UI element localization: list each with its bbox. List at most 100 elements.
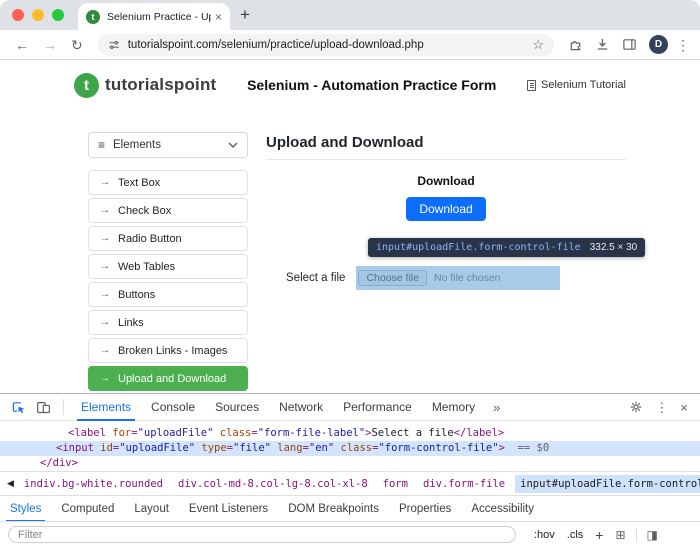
breadcrumb-item[interactable]: div.form-file: [418, 475, 510, 493]
sidebar-items: →Text Box →Check Box →Radio Button →Web …: [88, 170, 248, 391]
toolbar-divider: [63, 399, 64, 415]
web-page: t tutorialspoint Selenium - Automation P…: [0, 60, 700, 393]
sidebar-item-label: Radio Button: [118, 233, 182, 245]
sidebar-item-radio-button[interactable]: →Radio Button: [88, 226, 248, 251]
arrow-icon: →: [100, 317, 110, 328]
tools-divider: [636, 528, 637, 542]
sidebar-item-links[interactable]: →Links: [88, 310, 248, 335]
styles-filter-input[interactable]: [8, 526, 516, 543]
sidebar-item-text-box[interactable]: → Text Box: [88, 170, 248, 195]
browser-window: t Selenium Practice - Upload a × + ← → ↻…: [0, 0, 700, 555]
minimize-window-button[interactable]: [32, 9, 44, 21]
sidebar-header[interactable]: ≡ Elements: [88, 132, 248, 158]
logo-icon: t: [74, 73, 99, 98]
side-panel-icon[interactable]: [622, 37, 637, 52]
styles-filter-tools: :hov .cls + ⊞ ◨: [528, 527, 664, 543]
file-upload-row: Select a file Choose file No file chosen: [266, 269, 626, 287]
back-button[interactable]: ←: [15, 38, 29, 52]
forward-button[interactable]: →: [43, 38, 57, 52]
site-info-icon[interactable]: [108, 39, 120, 51]
file-input[interactable]: Choose file No file chosen: [358, 269, 558, 287]
sidebar-item-label: Buttons: [118, 289, 155, 301]
extensions-icon[interactable]: [568, 37, 583, 52]
breadcrumb-item[interactable]: div.col-md-8.col-lg-8.col-xl-8: [173, 475, 373, 493]
styles-tab-styles[interactable]: Styles: [0, 496, 51, 522]
zoom-window-button[interactable]: [52, 9, 64, 21]
browser-tab[interactable]: t Selenium Practice - Upload a ×: [78, 3, 230, 30]
devtools-panel: Elements Console Sources Network Perform…: [0, 393, 700, 555]
address-bar[interactable]: tutorialspoint.com/selenium/practice/upl…: [98, 34, 554, 56]
breadcrumb-item[interactable]: indiv.bg-white.rounded: [19, 475, 168, 493]
browser-menu-icon[interactable]: ⋮: [676, 38, 690, 52]
devtools-close-icon[interactable]: ×: [680, 401, 688, 414]
devtools-menu-icon[interactable]: ⋮: [655, 401, 668, 414]
document-icon: [527, 80, 536, 91]
devtools-toolbar-actions: ⋮ ×: [623, 400, 694, 414]
bookmark-star-icon[interactable]: ☆: [532, 37, 544, 53]
devtools-tab-console[interactable]: Console: [141, 394, 205, 421]
sidebar-item-upload-download[interactable]: →Upload and Download: [88, 366, 248, 391]
tab-favicon-icon: t: [86, 10, 100, 24]
more-tabs-icon[interactable]: »: [485, 400, 508, 415]
device-toolbar-icon[interactable]: [36, 400, 51, 415]
close-window-button[interactable]: [12, 9, 24, 21]
download-heading: Download: [266, 174, 626, 188]
styles-tab-event-listeners[interactable]: Event Listeners: [179, 496, 278, 522]
section-heading: Upload and Download: [266, 134, 626, 151]
toggle-element-classes-button[interactable]: .cls: [567, 529, 584, 541]
sidebar-item-label: Web Tables: [118, 261, 175, 273]
new-tab-button[interactable]: +: [240, 5, 250, 25]
dom-tree-line-selected[interactable]: <input id="uploadFile" type="file" lang=…: [0, 441, 700, 456]
dom-tree-line[interactable]: <label for="uploadFile" class="form-file…: [0, 426, 700, 441]
download-button[interactable]: Download: [406, 197, 485, 221]
devtools-tab-network[interactable]: Network: [269, 394, 333, 421]
arrow-icon: →: [100, 289, 110, 300]
arrow-icon: →: [100, 177, 110, 188]
sidebar-item-web-tables[interactable]: →Web Tables: [88, 254, 248, 279]
sidebar-item-label: Check Box: [118, 205, 171, 217]
breadcrumb-item-selected[interactable]: input#uploadFile.form-control-file: [515, 475, 700, 493]
styles-tab-dom-breakpoints[interactable]: DOM Breakpoints: [278, 496, 389, 522]
inspect-highlight-overlay: [356, 266, 560, 290]
styles-tab-layout[interactable]: Layout: [124, 496, 179, 522]
sidebar-item-label: Upload and Download: [118, 373, 226, 385]
toggle-pseudo-classes-button[interactable]: :hov: [534, 529, 555, 541]
tooltip-dimensions: 332.5 × 30: [590, 242, 638, 253]
url-text[interactable]: tutorialspoint.com/selenium/practice/upl…: [128, 39, 525, 51]
styles-tab-computed[interactable]: Computed: [51, 496, 124, 522]
inspect-element-icon[interactable]: [11, 400, 26, 415]
styles-tab-properties[interactable]: Properties: [389, 496, 461, 522]
sidebar-item-label: Text Box: [118, 177, 160, 189]
styles-pane-tabs: Styles Computed Layout Event Listeners D…: [0, 495, 700, 521]
devtools-tab-performance[interactable]: Performance: [333, 394, 422, 421]
dom-tree-line[interactable]: </div>: [0, 456, 700, 471]
devtools-tab-memory[interactable]: Memory: [422, 394, 485, 421]
window-controls: [12, 0, 78, 30]
tooltip-selector: input#uploadFile.form-control-file: [376, 242, 581, 253]
profile-avatar[interactable]: D: [649, 35, 668, 54]
selenium-tutorial-link[interactable]: Selenium Tutorial: [527, 79, 626, 91]
styles-tab-accessibility[interactable]: Accessibility: [461, 496, 544, 522]
new-style-rule-button[interactable]: +: [595, 527, 603, 543]
sidebar-item-broken-links[interactable]: →Broken Links - Images: [88, 338, 248, 363]
downloads-icon[interactable]: [595, 37, 610, 52]
tab-close-icon[interactable]: ×: [215, 10, 222, 24]
dom-tree: <label for="uploadFile" class="form-file…: [0, 421, 700, 471]
breadcrumb-item[interactable]: form: [378, 475, 413, 493]
computed-styles-grid-icon[interactable]: ⊞: [615, 528, 625, 542]
settings-gear-icon[interactable]: [629, 400, 643, 414]
devtools-tab-elements[interactable]: Elements: [71, 394, 141, 421]
breadcrumb-scroll-left-icon[interactable]: ◀: [2, 478, 19, 489]
site-logo[interactable]: t tutorialspoint: [74, 73, 216, 98]
devtools-tab-sources[interactable]: Sources: [205, 394, 269, 421]
hamburger-icon: ≡: [98, 138, 105, 152]
sidebar-item-buttons[interactable]: → Buttons: [88, 282, 248, 307]
tab-title: Selenium Practice - Upload a: [107, 11, 211, 23]
panel-toggle-icon[interactable]: ◨: [647, 528, 658, 542]
reload-button[interactable]: ↻: [71, 38, 83, 52]
chevron-down-icon: [228, 142, 238, 148]
sidebar-item-check-box[interactable]: →Check Box: [88, 198, 248, 223]
tutorial-link-label: Selenium Tutorial: [541, 79, 626, 91]
inspect-tooltip: input#uploadFile.form-control-file 332.5…: [368, 238, 645, 257]
main-content: Upload and Download Download Download Se…: [266, 132, 626, 393]
